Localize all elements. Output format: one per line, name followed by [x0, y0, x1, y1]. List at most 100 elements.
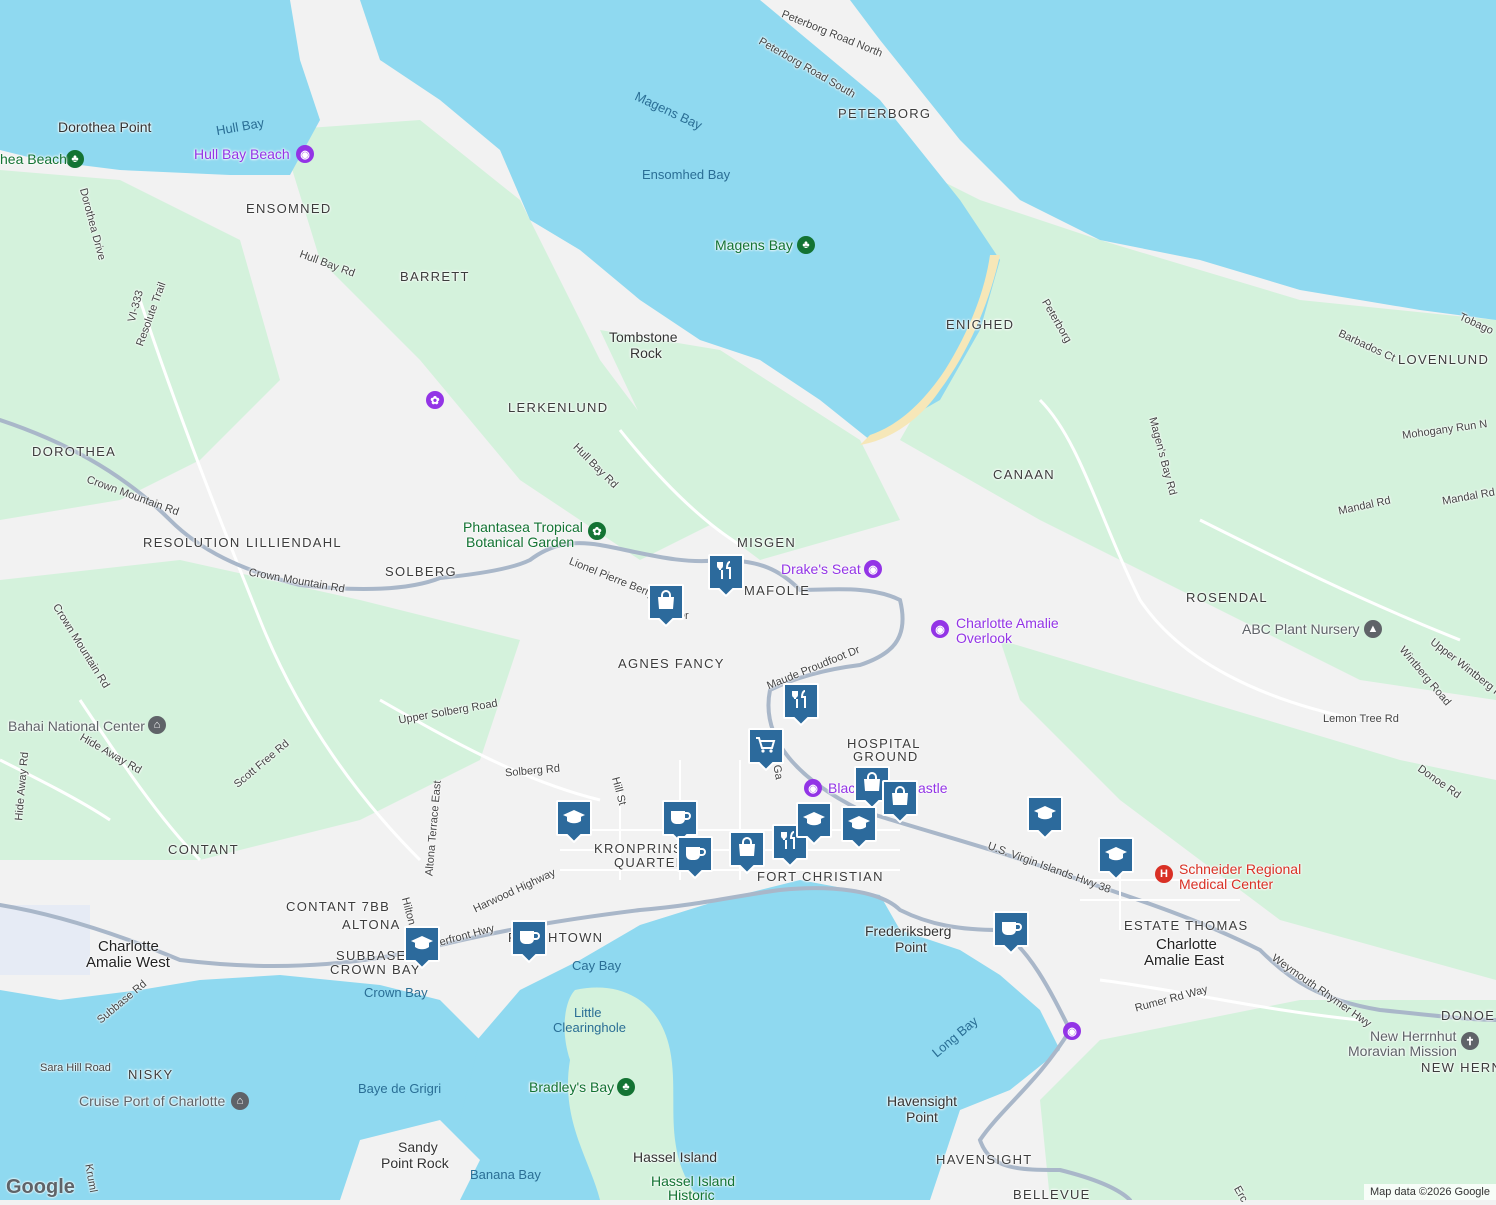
label-misgen: MISGEN [737, 535, 797, 550]
hospital-icon[interactable]: H [1155, 865, 1173, 883]
poi-moravian-2[interactable]: Moravian Mission [1348, 1043, 1457, 1059]
label-havensight: HAVENSIGHT [936, 1152, 1033, 1167]
poi-blackbeard-1[interactable]: Blac [828, 780, 855, 796]
label-donoe: DONOE [1441, 1008, 1496, 1023]
temple-icon[interactable]: ⌂ [148, 716, 166, 734]
school-icon[interactable] [795, 801, 833, 845]
poi-phantasea-1[interactable]: Phantasea Tropical [463, 519, 583, 535]
church-icon[interactable]: ✝ [1461, 1032, 1479, 1050]
coffee-icon[interactable] [992, 910, 1030, 954]
label-baye-de-grigri: Baye de Grigri [358, 1081, 442, 1096]
poi-abc-plant[interactable]: ABC Plant Nursery [1242, 621, 1359, 637]
label-clearinghole: Clearinghole [553, 1020, 626, 1035]
school-icon[interactable] [555, 799, 593, 843]
coffee-icon[interactable] [510, 919, 548, 963]
poi-schneider-2[interactable]: Medical Center [1179, 876, 1273, 892]
label-charlotte-east-1: Charlotte [1156, 936, 1217, 953]
label-little: Little [574, 1005, 602, 1020]
label-tombstone: Tombstone [609, 329, 678, 345]
camera-icon[interactable]: ◉ [296, 145, 314, 163]
label-point-rock: Point Rock [381, 1155, 449, 1171]
poi-magens-bay[interactable]: Magens Bay [715, 237, 793, 253]
camera-icon[interactable]: ◉ [931, 620, 949, 638]
label-crown-bay-water: Crown Bay [364, 985, 428, 1000]
label-ground: GROUND [853, 749, 919, 764]
flower-icon[interactable]: ✿ [588, 522, 606, 540]
label-cay-bay: Cay Bay [572, 958, 622, 973]
label-lerkenlund: LERKENLUND [508, 400, 609, 415]
map-canvas[interactable] [0, 0, 1496, 1200]
camera-icon[interactable]: ◉ [864, 560, 882, 578]
museum-icon[interactable]: ⌂ [231, 1092, 249, 1110]
label-ensomhed-bay: Ensomhed Bay [642, 167, 731, 182]
shopping-bag-icon[interactable] [647, 583, 685, 627]
label-mafolie: MAFOLIE [744, 583, 811, 598]
shopping-bag-icon[interactable] [881, 779, 919, 823]
label-altona: ALTONA [342, 917, 401, 932]
label-enighed: ENIGHED [946, 317, 1015, 332]
park-icon[interactable]: ♣ [617, 1078, 635, 1096]
label-contant: CONTANT [168, 842, 239, 857]
label-frederiksberg-point: Point [895, 939, 927, 955]
label-sandy: Sandy [398, 1139, 438, 1155]
label-charlotte-west-2: Amalie West [86, 954, 170, 971]
poi-schneider-1[interactable]: Schneider Regional [1179, 861, 1301, 877]
shopping-bag-icon[interactable] [728, 830, 766, 874]
school-icon[interactable] [1097, 836, 1135, 880]
park-icon[interactable]: ♣ [66, 150, 84, 168]
road-lemon-tree: Lemon Tree Rd [1323, 713, 1399, 725]
label-dorothea-point: Dorothea Point [58, 119, 152, 135]
shopping-cart-icon[interactable] [747, 727, 785, 771]
label-canaan: CANAAN [993, 467, 1055, 482]
label-contant-7bb: CONTANT 7BB [286, 899, 391, 914]
road-sara-hill: Sara Hill Road [40, 1062, 111, 1074]
label-barrett: BARRETT [400, 269, 470, 284]
poi-hull-bay-beach[interactable]: Hull Bay Beach [194, 146, 290, 162]
flower-icon[interactable]: ✿ [426, 391, 444, 409]
park-icon[interactable]: ♣ [797, 236, 815, 254]
school-icon[interactable] [840, 805, 878, 849]
poi-drakes-seat[interactable]: Drake's Seat [781, 561, 861, 577]
label-resolution: RESOLUTION [143, 535, 241, 550]
label-havensight-1: Havensight [887, 1093, 958, 1109]
label-estate-thomas: ESTATE THOMAS [1124, 918, 1249, 933]
label-banana-bay: Banana Bay [470, 1167, 541, 1182]
label-dorothea: DOROTHEA [32, 444, 117, 459]
poi-bradleys-bay[interactable]: Bradley's Bay [529, 1079, 614, 1095]
poi-moravian-1[interactable]: New Herrnhut [1370, 1028, 1456, 1044]
label-nisky: NISKY [128, 1067, 174, 1082]
poi-bahai[interactable]: Bahai National Center [8, 718, 145, 734]
label-agnes-fancy: AGNES FANCY [618, 656, 725, 671]
label-rosendal: ROSENDAL [1186, 590, 1268, 605]
coffee-icon[interactable] [676, 835, 714, 879]
school-icon[interactable]: ▲ [1364, 620, 1382, 638]
poi-hassel-historic-2[interactable]: Historic [668, 1187, 715, 1203]
label-bellevue: BELLEVUE [1013, 1187, 1091, 1202]
google-logo: Google [6, 1176, 75, 1198]
poi-cruise-port[interactable]: Cruise Port of Charlotte [79, 1093, 225, 1109]
poi-overlook-1[interactable]: Charlotte Amalie [956, 615, 1059, 631]
school-icon[interactable] [403, 925, 441, 969]
label-ensomned: ENSOMNED [246, 201, 332, 216]
poi-blackbeard-2[interactable]: astle [918, 780, 948, 796]
fork-knife-icon[interactable] [707, 553, 745, 597]
label-solberg: SOLBERG [385, 564, 457, 579]
label-new-hern: NEW HERN [1421, 1060, 1496, 1075]
school-icon[interactable] [1026, 795, 1064, 839]
label-lovenlund: LOVENLUND [1398, 352, 1490, 367]
poi-dorothea-beach[interactable]: hea Beach [0, 151, 67, 167]
camera-icon[interactable]: ◉ [1063, 1022, 1081, 1040]
label-havensight-point: Point [906, 1109, 938, 1125]
poi-overlook-2[interactable]: Overlook [956, 630, 1012, 646]
label-peterborg: PETERBORG [838, 106, 932, 121]
map-attribution[interactable]: Map data ©2026 Google [1363, 1184, 1496, 1200]
fork-knife-icon[interactable] [782, 682, 820, 726]
poi-phantasea-2[interactable]: Botanical Garden [466, 534, 574, 550]
label-charlotte-east-2: Amalie East [1144, 952, 1225, 969]
label-frenchtown-b: HTOWN [548, 930, 604, 945]
label-lilliendahl: LILLIENDAHL [246, 535, 342, 550]
camera-icon[interactable]: ◉ [804, 779, 822, 797]
label-hassel-island: Hassel Island [633, 1149, 718, 1165]
label-frederiksberg: Frederiksberg [865, 923, 952, 939]
label-rock: Rock [630, 345, 662, 361]
